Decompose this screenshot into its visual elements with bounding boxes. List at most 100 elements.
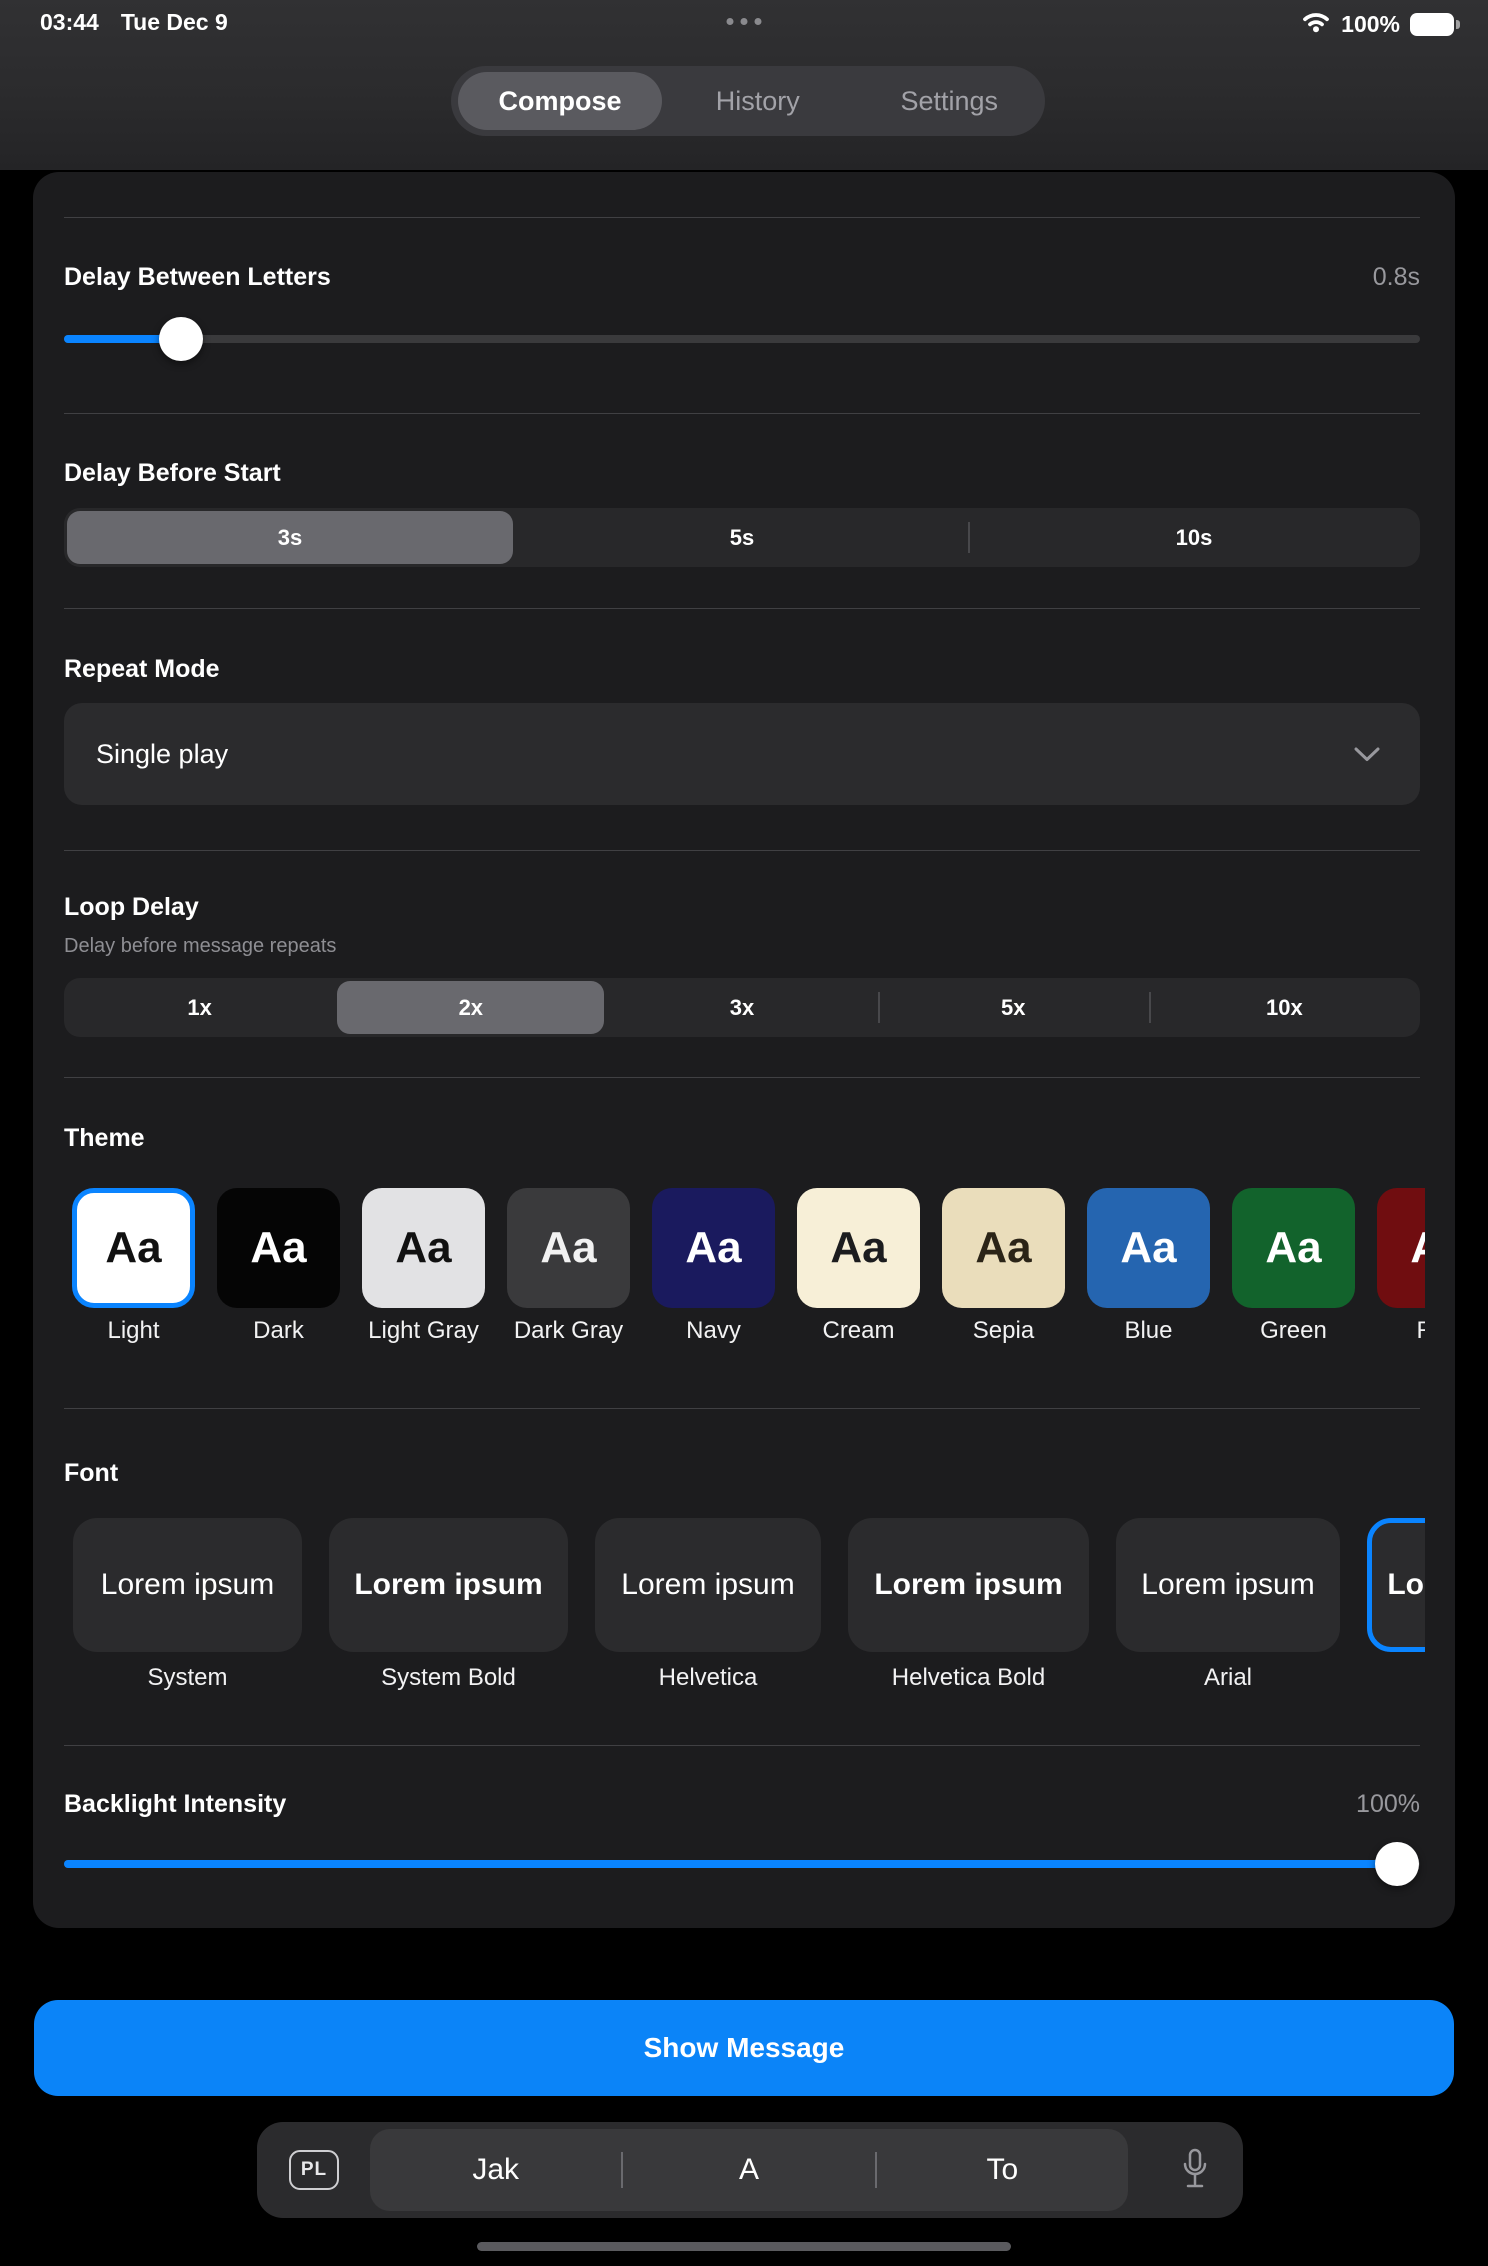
suggestion-1[interactable]: Jak (370, 2153, 621, 2187)
font-preview-button[interactable]: Lorem ipsum (73, 1518, 302, 1652)
tab-settings[interactable]: Settings (854, 86, 1046, 117)
suggestions-panel: Jak A To (370, 2129, 1128, 2211)
font-option-system[interactable]: Lorem ipsum System (73, 1518, 302, 1703)
status-time: 03:44 (40, 9, 99, 35)
option-10s[interactable]: 10s (968, 508, 1420, 567)
slider-track[interactable] (64, 335, 1420, 343)
delay-before-start-label: Delay Before Start (64, 459, 281, 487)
tab-compose[interactable]: Compose (458, 72, 662, 130)
theme-swatch[interactable]: Aa (942, 1188, 1065, 1308)
status-bar-right: 100% (1301, 10, 1460, 39)
divider (64, 217, 1420, 218)
slider-fill (64, 1860, 1397, 1868)
theme-option-label: Light Gray (368, 1317, 479, 1344)
theme-swatch[interactable]: Aa (1087, 1188, 1210, 1308)
suggestion-3[interactable]: To (877, 2153, 1128, 2187)
font-option-helvetica-bold[interactable]: Lorem ipsum Helvetica Bold (848, 1518, 1089, 1703)
font-option-label: Helvetica (658, 1664, 758, 1691)
font-option-arial[interactable]: Lorem ipsum Arial (1116, 1518, 1340, 1703)
keyboard-language-key[interactable]: PL (289, 2150, 339, 2190)
theme-option-cream[interactable]: Aa Cream (797, 1188, 920, 1358)
theme-swatch[interactable]: Aa (72, 1188, 195, 1308)
theme-swatch[interactable]: Aa (652, 1188, 775, 1308)
battery-percent: 100% (1341, 11, 1400, 37)
option-1x[interactable]: 1x (64, 978, 335, 1037)
show-message-button[interactable]: Show Message (34, 2000, 1454, 2096)
font-preview-button[interactable]: Lorem ipsum (595, 1518, 821, 1652)
theme-option-label: Dark Gray (513, 1317, 624, 1344)
font-preview-button[interactable]: Lorem ipsum (329, 1518, 568, 1652)
top-header: 03:44 Tue Dec 9 100% Compose History Set… (0, 0, 1488, 170)
font-preview-button[interactable]: Lorem ipsum (1116, 1518, 1340, 1652)
option-5s[interactable]: 5s (516, 508, 968, 567)
font-option-selected-clipped[interactable]: Lorem ipsum (1367, 1518, 1425, 1703)
delay-between-letters-value: 0.8s (1372, 263, 1420, 291)
font-label: Font (64, 1459, 119, 1487)
font-option-helvetica[interactable]: Lorem ipsum Helvetica (595, 1518, 821, 1703)
theme-option-label: Cream (822, 1317, 895, 1344)
theme-option-label: Light (107, 1317, 160, 1344)
slider-handle[interactable] (158, 317, 203, 361)
theme-swatch[interactable]: Aa (507, 1188, 630, 1308)
battery-icon (1410, 13, 1460, 36)
tab-history[interactable]: History (662, 86, 854, 117)
divider (64, 413, 1420, 414)
theme-option-label: Dark (253, 1317, 304, 1344)
home-indicator[interactable] (477, 2242, 1011, 2251)
app-screen: 03:44 Tue Dec 9 100% Compose History Set… (0, 0, 1488, 2266)
repeat-mode-value: Single play (96, 738, 229, 769)
delay-between-letters-slider[interactable] (64, 317, 1420, 361)
theme-option-red[interactable]: Aa Red (1377, 1188, 1425, 1358)
theme-swatch[interactable]: Aa (217, 1188, 340, 1308)
theme-option-navy[interactable]: Aa Navy (652, 1188, 775, 1358)
option-10x[interactable]: 10x (1149, 978, 1420, 1037)
theme-option-dark-gray[interactable]: Aa Dark Gray (507, 1188, 630, 1358)
option-5x[interactable]: 5x (878, 978, 1149, 1037)
theme-option-label: Blue (1124, 1317, 1173, 1344)
top-tab-bar: Compose History Settings (451, 66, 1045, 136)
divider (64, 1408, 1420, 1409)
theme-option-blue[interactable]: Aa Blue (1087, 1188, 1210, 1358)
divider (64, 850, 1420, 851)
theme-option-light-gray[interactable]: Aa Light Gray (362, 1188, 485, 1358)
repeat-mode-dropdown[interactable]: Single play (64, 703, 1420, 805)
repeat-mode-label: Repeat Mode (64, 655, 220, 683)
theme-option-label: Red (1416, 1317, 1425, 1345)
backlight-intensity-slider[interactable] (64, 1842, 1420, 1886)
font-preview-button[interactable]: Lorem ipsum (848, 1518, 1089, 1652)
font-preview-button[interactable]: Lorem ipsum (1367, 1518, 1425, 1652)
wifi-icon (1301, 10, 1331, 39)
backlight-intensity-label: Backlight Intensity (64, 1790, 287, 1818)
keyboard-suggestion-bar: PL Jak A To (257, 2122, 1243, 2218)
status-date: Tue Dec 9 (120, 9, 228, 35)
dictation-mic-icon[interactable] (1181, 2148, 1209, 2197)
font-option-system-bold[interactable]: Lorem ipsum System Bold (329, 1518, 568, 1703)
loop-delay-label: Loop Delay (64, 893, 199, 921)
suggestion-2[interactable]: A (623, 2153, 874, 2187)
theme-option-label: Navy (686, 1317, 741, 1344)
settings-panel: Delay Between Letters 0.8s Delay Before … (33, 172, 1455, 1928)
theme-option-sepia[interactable]: Aa Sepia (942, 1188, 1065, 1358)
delay-between-letters-label: Delay Between Letters (64, 263, 331, 291)
font-option-label: Arial (1203, 1664, 1252, 1691)
option-3x[interactable]: 3x (606, 978, 877, 1037)
font-option-label: System Bold (381, 1664, 516, 1691)
theme-swatch[interactable]: Aa (797, 1188, 920, 1308)
option-3s[interactable]: 3s (64, 508, 516, 567)
theme-swatch[interactable]: Aa (1232, 1188, 1355, 1308)
theme-option-light[interactable]: Aa Light (72, 1188, 195, 1358)
theme-option-label: Sepia (972, 1317, 1035, 1344)
slider-handle[interactable] (1374, 1842, 1419, 1886)
divider (64, 1077, 1420, 1078)
theme-swatch[interactable]: Aa (1377, 1188, 1425, 1308)
theme-option-dark[interactable]: Aa Dark (217, 1188, 340, 1358)
loop-delay-segmented: 1x 2x 3x 5x 10x (64, 978, 1420, 1037)
divider (64, 1745, 1420, 1746)
chevron-down-icon (1354, 747, 1380, 767)
option-2x[interactable]: 2x (335, 978, 606, 1037)
theme-swatch[interactable]: Aa (362, 1188, 485, 1308)
backlight-intensity-value: 100% (1356, 1790, 1420, 1818)
loop-delay-subtitle: Delay before message repeats (64, 935, 337, 957)
divider (64, 608, 1420, 609)
theme-option-green[interactable]: Aa Green (1232, 1188, 1355, 1358)
